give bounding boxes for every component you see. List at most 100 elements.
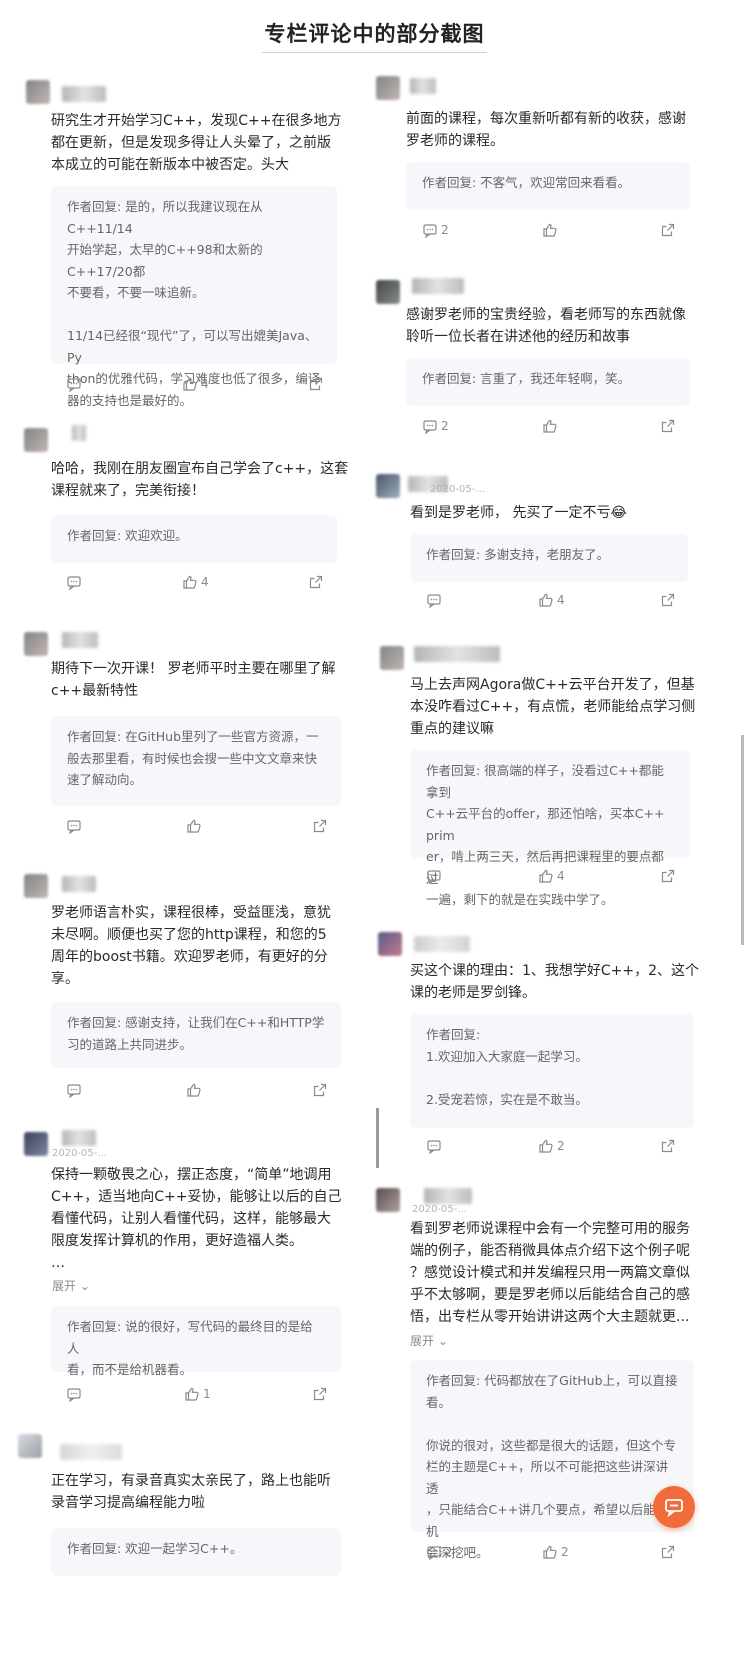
like-button[interactable]: 1 xyxy=(184,1386,211,1402)
thumbs-up-icon xyxy=(187,1083,201,1097)
username[interactable] xyxy=(410,78,436,94)
thumbs-up-icon xyxy=(543,223,557,237)
like-button[interactable]: 4 xyxy=(538,592,565,608)
avatar[interactable] xyxy=(26,80,50,104)
share-button[interactable] xyxy=(660,222,676,238)
comment-button[interactable]: 2 xyxy=(422,222,449,238)
avatar[interactable] xyxy=(380,646,404,670)
expand-label: 展开 xyxy=(52,1279,77,1293)
chat-fab-button[interactable] xyxy=(653,1486,695,1528)
comment-actions: 4 xyxy=(66,574,326,590)
like-count: 4 xyxy=(201,575,209,589)
share-button[interactable] xyxy=(312,818,328,834)
avatar[interactable] xyxy=(24,428,48,452)
like-button[interactable] xyxy=(186,818,202,834)
like-button[interactable]: 2 xyxy=(542,1544,569,1560)
like-button[interactable] xyxy=(542,418,558,434)
share-button[interactable] xyxy=(308,574,324,590)
avatar[interactable] xyxy=(376,1188,400,1212)
comment-text: 看到罗老师说课程中会有一个完整可用的服务 端的例子，能否稍微具体点介绍下这个例子… xyxy=(410,1221,690,1325)
like-count: 2 xyxy=(557,1139,565,1153)
comment-icon xyxy=(427,1546,441,1560)
like-count: 4 xyxy=(557,593,565,607)
comment-count: 2 xyxy=(445,1545,453,1559)
comment-button[interactable]: 2 xyxy=(422,418,449,434)
like-button[interactable]: 4 xyxy=(182,376,209,392)
share-button[interactable] xyxy=(660,868,676,884)
comment-actions: 1 xyxy=(66,1386,328,1402)
avatar[interactable] xyxy=(376,474,400,498)
comment-icon xyxy=(423,224,437,238)
username[interactable] xyxy=(62,1130,96,1146)
share-icon xyxy=(661,223,675,237)
share-button[interactable] xyxy=(660,1138,676,1154)
username[interactable] xyxy=(62,632,98,648)
comment-text: 买这个课的理由：1、我想学好C++，2、这个 课的老师是罗剑锋。 xyxy=(410,963,700,1001)
avatar[interactable] xyxy=(376,280,400,304)
share-button[interactable] xyxy=(312,1082,328,1098)
comment-button[interactable] xyxy=(426,1138,442,1154)
comment-button[interactable] xyxy=(66,1082,82,1098)
share-icon xyxy=(661,869,675,883)
comment-button[interactable] xyxy=(426,592,442,608)
like-button[interactable] xyxy=(542,222,558,238)
comment-text: 罗老师语言朴实，课程很棒，受益匪浅，意犹 未尽啊。顺便也买了您的http课程，和… xyxy=(51,905,331,987)
share-button[interactable] xyxy=(312,1386,328,1402)
share-icon xyxy=(309,377,323,391)
username[interactable] xyxy=(414,936,470,952)
like-count: 4 xyxy=(201,377,209,391)
share-button[interactable] xyxy=(660,592,676,608)
title-underline xyxy=(262,52,487,53)
username[interactable] xyxy=(424,1188,472,1204)
like-button[interactable] xyxy=(186,1082,202,1098)
comment-button[interactable]: 2 xyxy=(426,1544,453,1560)
avatar[interactable] xyxy=(24,632,48,656)
username[interactable] xyxy=(62,876,96,892)
comment-date: 2020-05-... xyxy=(52,1148,107,1159)
avatar[interactable] xyxy=(376,76,400,100)
comment-icon xyxy=(423,420,437,434)
comment-button[interactable] xyxy=(66,1386,82,1402)
thumbs-up-icon xyxy=(543,419,557,433)
author-reply: 作者回复: 说的很好，写代码的最终目的是给人 看，而不是给机器看。 xyxy=(51,1306,341,1377)
laughing-emoji-icon: 😂 xyxy=(610,505,627,521)
comment-text: 看到是罗老师， 先买了一定不亏😂 xyxy=(410,502,720,524)
share-icon xyxy=(313,1083,327,1097)
share-icon xyxy=(313,1387,327,1401)
username[interactable] xyxy=(412,278,464,294)
author-reply: 作者回复: 1.欢迎加入大家庭一起学习。 2.受宠若惊，实在是不敢当。 xyxy=(410,1014,694,1128)
share-icon xyxy=(661,419,675,433)
comment-button[interactable] xyxy=(66,574,82,590)
column-divider xyxy=(376,1108,379,1168)
comment-text: 研究生才开始学习C++，发现C++在很多地方 都在更新，但是发现多得让人头晕了，… xyxy=(51,113,342,173)
username[interactable] xyxy=(62,86,106,102)
expand-link[interactable]: 展开 ⌄ xyxy=(52,1277,90,1294)
avatar[interactable] xyxy=(24,1132,48,1156)
expand-link[interactable]: 展开 ⌄ xyxy=(410,1332,448,1349)
comment-icon xyxy=(427,594,441,608)
avatar[interactable] xyxy=(378,932,402,956)
share-button[interactable] xyxy=(308,376,324,392)
comment-button[interactable] xyxy=(66,376,82,392)
comment-text: 保持一颗敬畏之心，摆正态度，“简单”地调用 C++，适当地向C++妥协，能够让以… xyxy=(51,1167,342,1271)
avatar[interactable] xyxy=(18,1434,42,1458)
like-button[interactable]: 2 xyxy=(538,1138,565,1154)
comment-text-body: 看到是罗老师， 先买了一定不亏 xyxy=(410,505,611,521)
comment-actions xyxy=(66,818,328,834)
username[interactable] xyxy=(414,646,500,662)
like-button[interactable]: 4 xyxy=(538,868,565,884)
username[interactable] xyxy=(60,1444,122,1460)
comment-icon xyxy=(67,576,81,590)
thumbs-up-icon xyxy=(187,819,201,833)
username[interactable] xyxy=(72,425,86,441)
share-button[interactable] xyxy=(660,1544,676,1560)
like-button[interactable]: 4 xyxy=(182,574,209,590)
share-button[interactable] xyxy=(660,418,676,434)
chat-fab-icon xyxy=(665,1499,683,1518)
avatar[interactable] xyxy=(24,874,48,898)
comment-icon xyxy=(67,378,81,392)
comment-button[interactable] xyxy=(426,868,442,884)
scrollbar[interactable] xyxy=(741,735,744,945)
thumbs-up-icon xyxy=(543,1545,557,1559)
comment-button[interactable] xyxy=(66,818,82,834)
